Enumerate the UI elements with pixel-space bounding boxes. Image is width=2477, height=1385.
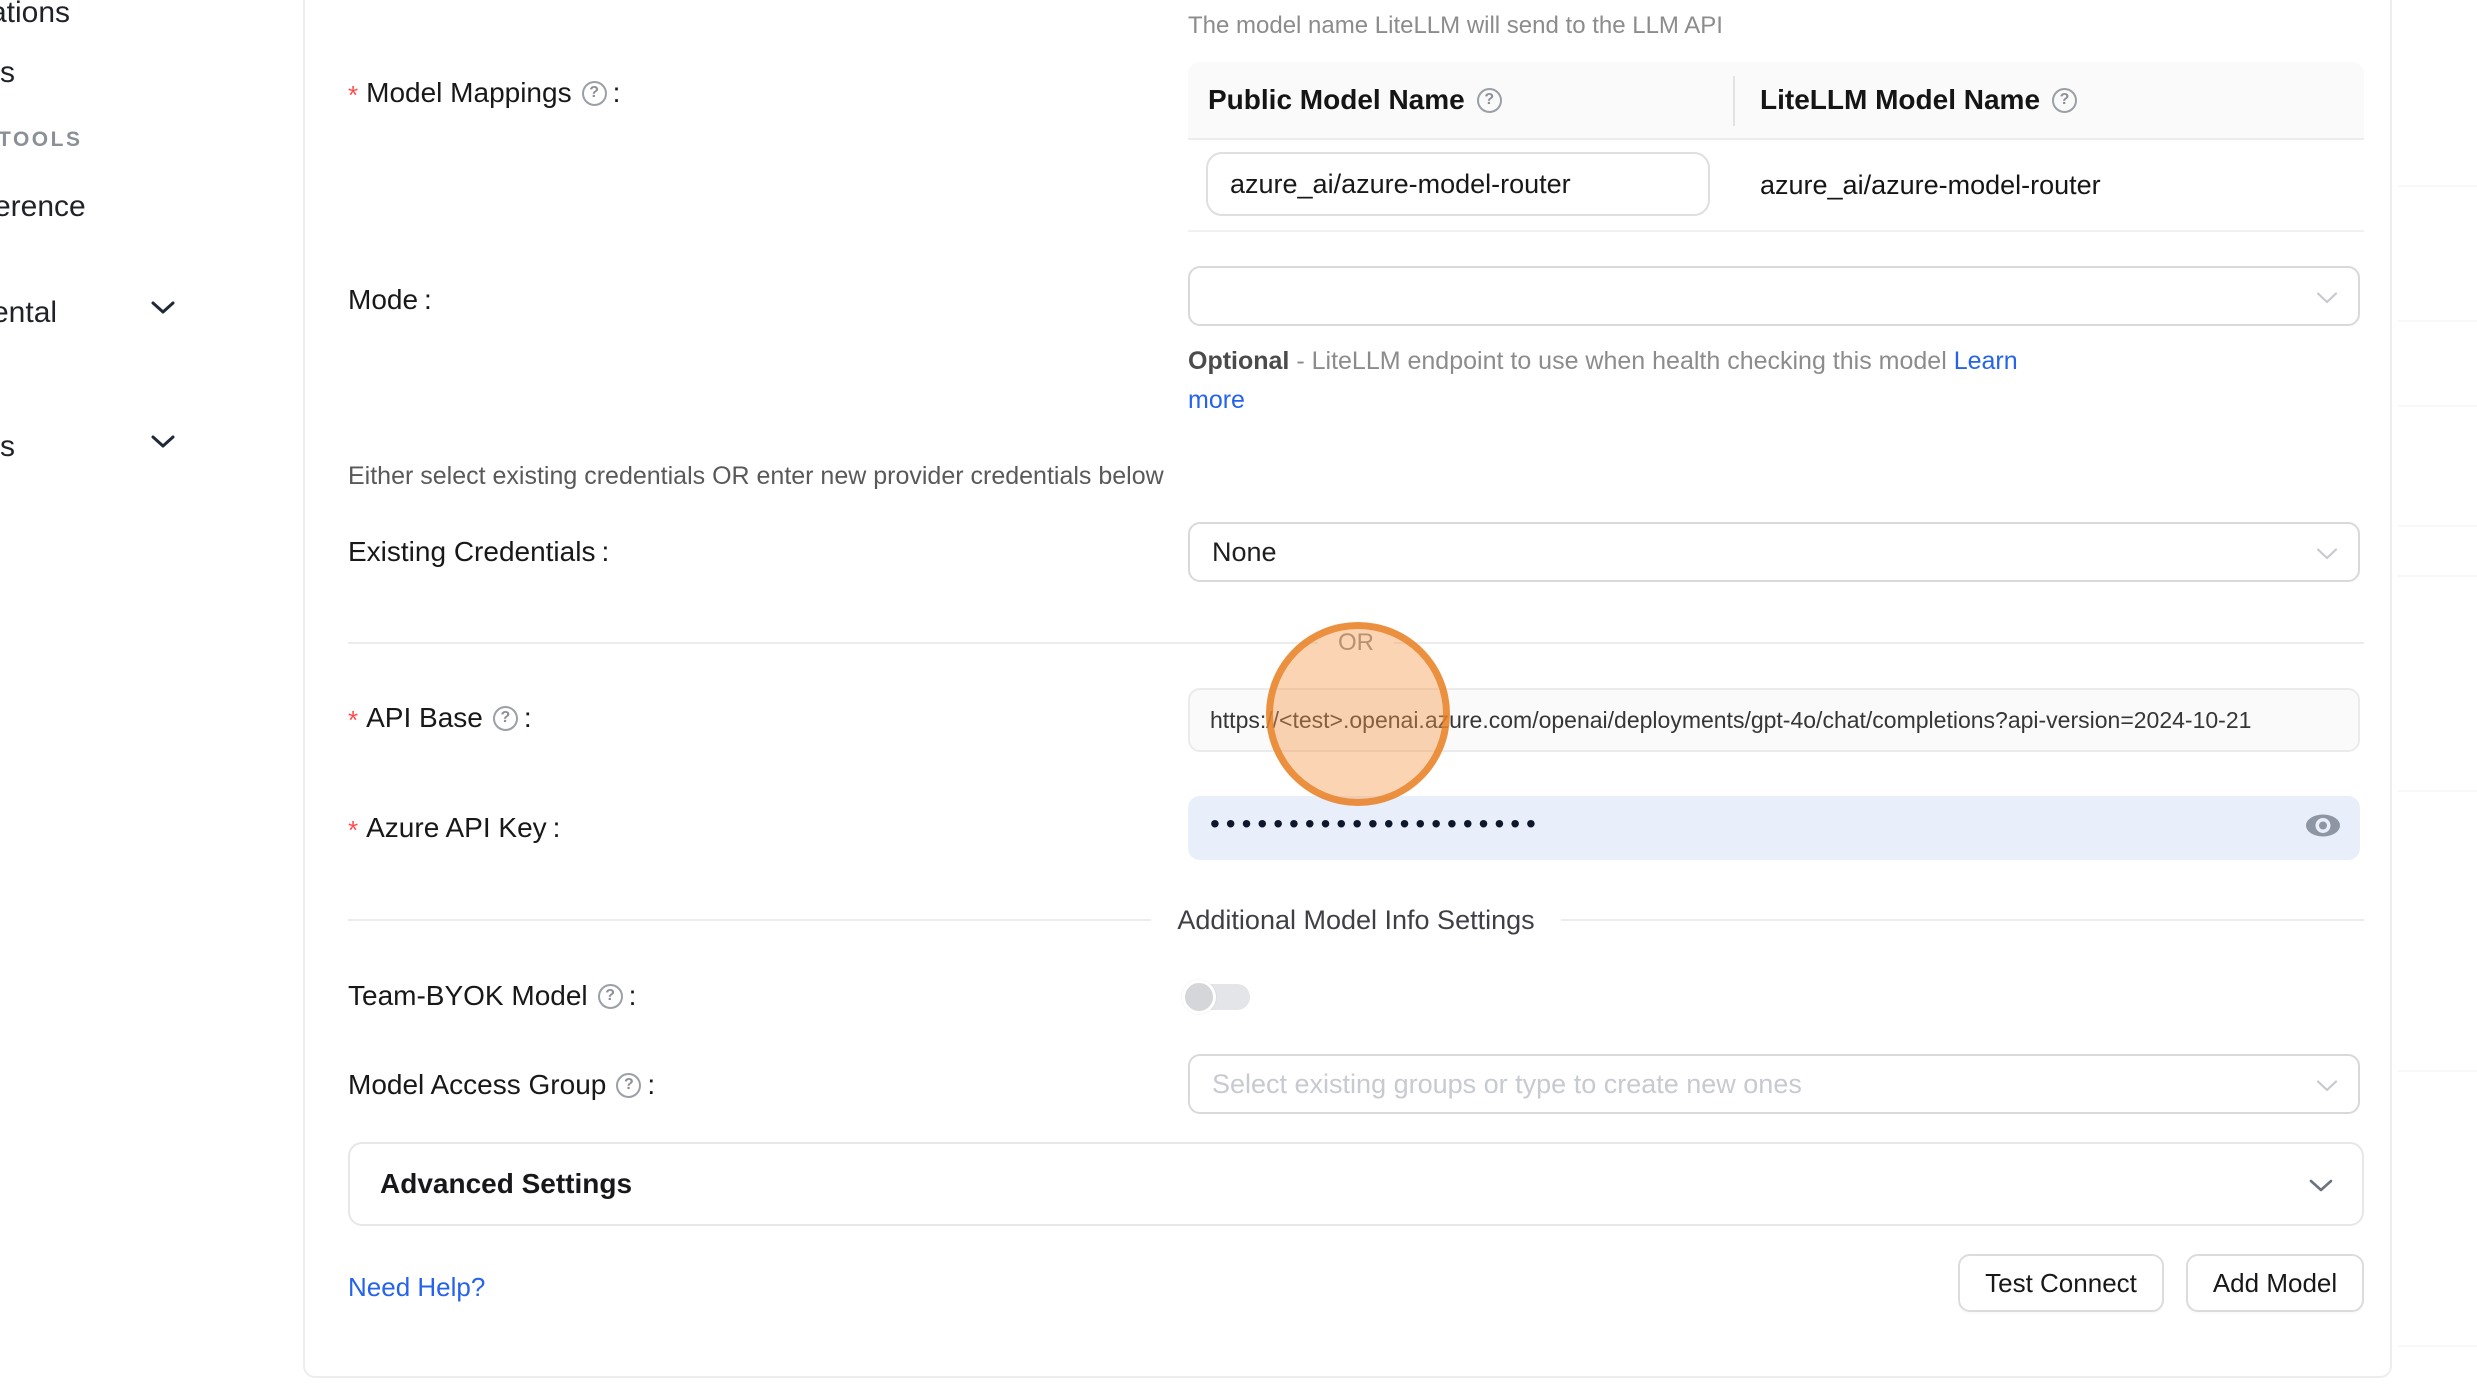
model-mapping-row: azure_ai/azure-model-router: [1188, 140, 2364, 232]
toggle-knob: [1182, 980, 1216, 1014]
chevron-down-icon[interactable]: [150, 300, 176, 320]
add-model-button[interactable]: Add Model: [2186, 1254, 2364, 1312]
divider: [2398, 320, 2477, 322]
team-byok-toggle[interactable]: [1182, 980, 1250, 1014]
label-text: Model Access Group: [348, 1069, 606, 1101]
divider-line: [348, 642, 1318, 644]
test-connect-button[interactable]: Test Connect: [1958, 1254, 2164, 1312]
eye-icon[interactable]: [2304, 812, 2342, 845]
selected-value: None: [1212, 537, 1277, 568]
azure-api-key-input[interactable]: •••••••••••••••••••••: [1188, 796, 2360, 860]
divider-line: [1561, 919, 2364, 921]
api-base-input[interactable]: https://<test>.openai.azure.com/openai/d…: [1188, 688, 2360, 752]
label-text: Existing Credentials: [348, 536, 595, 568]
existing-credentials-select[interactable]: None: [1188, 522, 2360, 582]
model-mappings-label: * Model Mappings ? :: [348, 76, 620, 110]
sidebar-item-5[interactable]: s: [0, 430, 15, 464]
sidebar-item-1[interactable]: ations: [0, 0, 70, 30]
sidebar-item-4[interactable]: ental: [0, 296, 57, 330]
required-asterisk: *: [348, 80, 358, 111]
additional-settings-divider: Additional Model Info Settings: [348, 906, 2364, 934]
required-asterisk: *: [348, 815, 358, 846]
divider: [2398, 405, 2477, 407]
help-question-icon[interactable]: ?: [493, 706, 518, 731]
help-question-icon[interactable]: ?: [582, 81, 607, 106]
chevron-down-icon: [2308, 1168, 2334, 1200]
model-name-hint: The model name LiteLLM will send to the …: [1188, 12, 1723, 40]
model-mappings-table-header: Public Model Name ? LiteLLM Model Name ?: [1188, 62, 2364, 140]
help-question-icon[interactable]: ?: [2052, 88, 2077, 113]
column-header-public-model-name: Public Model Name ?: [1208, 62, 1502, 138]
divider-line: [1394, 642, 2364, 644]
advanced-settings-label: Advanced Settings: [380, 1168, 632, 1200]
masked-api-key: •••••••••••••••••••••: [1210, 810, 1542, 838]
chevron-down-icon: [2316, 281, 2338, 312]
sidebar-item-2[interactable]: s: [0, 56, 15, 90]
mode-help-text: Optional - LiteLLM endpoint to use when …: [1188, 342, 2018, 420]
or-divider: OR: [348, 629, 2364, 657]
chevron-down-icon: [2316, 537, 2338, 568]
label-text: API Base: [366, 702, 483, 734]
api-base-value: https://<test>.openai.azure.com/openai/d…: [1210, 707, 2251, 734]
advanced-settings-toggle[interactable]: Advanced Settings: [348, 1142, 2364, 1226]
label-text: Model Mappings: [366, 77, 571, 109]
divider: [2398, 575, 2477, 577]
sidebar-section-tools: TOOLS: [0, 128, 82, 152]
or-text: OR: [1318, 629, 1394, 657]
public-model-name-input[interactable]: [1206, 152, 1710, 216]
section-divider-text: Additional Model Info Settings: [1151, 905, 1560, 936]
credentials-note: Either select existing credentials OR en…: [348, 462, 1164, 491]
column-divider: [1733, 76, 1735, 126]
chevron-down-icon[interactable]: [150, 434, 176, 454]
litellm-model-name-value: azure_ai/azure-model-router: [1760, 140, 2101, 230]
existing-credentials-label: Existing Credentials :: [348, 535, 609, 569]
divider: [2398, 1070, 2477, 1072]
team-byok-label: Team-BYOK Model ? :: [348, 979, 636, 1013]
label-text: Azure API Key: [366, 812, 547, 844]
divider: [2398, 525, 2477, 527]
model-access-group-label: Model Access Group ? :: [348, 1068, 655, 1102]
select-placeholder: Select existing groups or type to create…: [1212, 1069, 1802, 1100]
mode-select[interactable]: [1188, 266, 2360, 326]
need-help-link[interactable]: Need Help?: [348, 1272, 485, 1303]
optional-badge: Optional: [1188, 347, 1289, 375]
add-model-form-screen: ations s TOOLS erence ental s The model …: [0, 0, 2477, 1385]
divider: [2398, 185, 2477, 187]
sidebar-item-3[interactable]: erence: [0, 190, 86, 224]
azure-api-key-label: * Azure API Key :: [348, 811, 560, 845]
chevron-down-icon: [2316, 1069, 2338, 1100]
help-question-icon[interactable]: ?: [616, 1073, 641, 1098]
label-text: Mode: [348, 284, 418, 316]
mode-label: Mode :: [348, 283, 432, 317]
column-header-litellm-model-name: LiteLLM Model Name ?: [1760, 62, 2077, 138]
required-asterisk: *: [348, 705, 358, 736]
divider: [2398, 790, 2477, 792]
help-question-icon[interactable]: ?: [598, 984, 623, 1009]
model-access-group-select[interactable]: Select existing groups or type to create…: [1188, 1054, 2360, 1114]
label-text: Team-BYOK Model: [348, 980, 588, 1012]
divider-line: [348, 919, 1151, 921]
divider: [2398, 1345, 2477, 1347]
help-question-icon[interactable]: ?: [1477, 88, 1502, 113]
api-base-label: * API Base ? :: [348, 701, 532, 735]
